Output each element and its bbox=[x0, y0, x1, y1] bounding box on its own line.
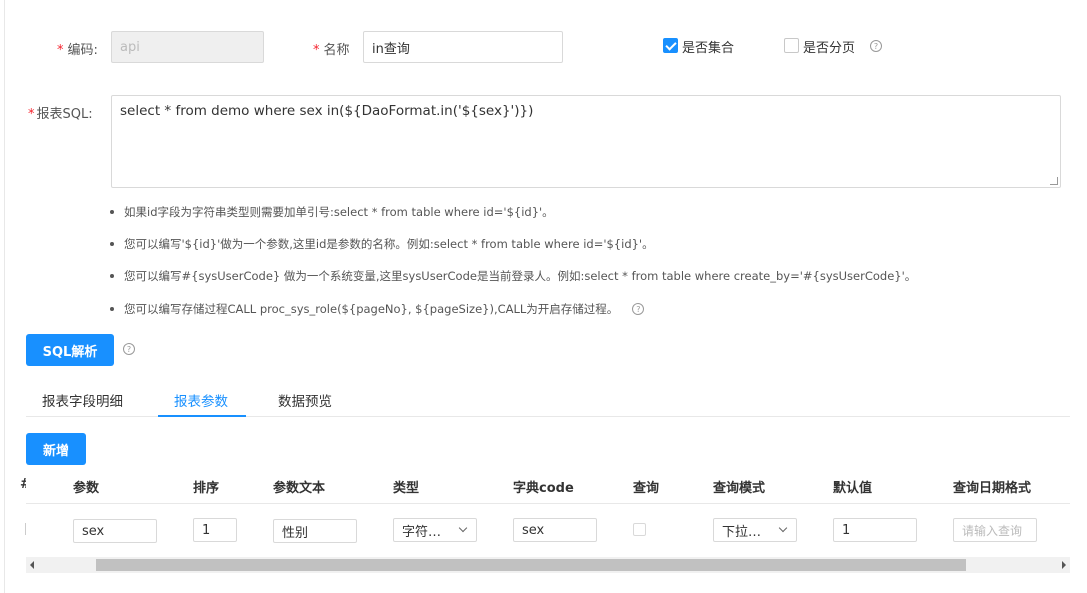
tip-item: 您可以编写#{sysUserCode} 做为一个系统变量,这里sysUserCo… bbox=[110, 268, 916, 284]
param-text-input[interactable]: 性别 bbox=[273, 519, 357, 543]
col-default-header: 默认值 bbox=[833, 481, 873, 496]
col-index-header: # bbox=[20, 477, 26, 492]
horizontal-scrollbar[interactable] bbox=[26, 557, 1070, 573]
bullet-icon bbox=[110, 210, 114, 214]
sql-parse-help-icon[interactable]: ? bbox=[123, 343, 135, 355]
add-button[interactable]: 新增 bbox=[26, 433, 86, 465]
tab-data-preview[interactable]: 数据预览 bbox=[278, 390, 332, 410]
query-checkbox[interactable] bbox=[633, 523, 646, 536]
chevron-down-icon bbox=[778, 523, 788, 533]
date-format-input[interactable]: 请输入查询 bbox=[953, 518, 1037, 542]
is-collection-label: 是否集合 bbox=[682, 41, 735, 56]
col-query-mode-header: 查询模式 bbox=[713, 481, 766, 496]
name-field[interactable]: in查询 bbox=[363, 31, 563, 63]
code-field[interactable]: api bbox=[111, 31, 264, 63]
active-tab-indicator bbox=[158, 415, 246, 417]
tab-field-details[interactable]: 报表字段明细 bbox=[42, 390, 123, 410]
sql-textarea[interactable]: select * from demo where sex in(${DaoFor… bbox=[111, 95, 1061, 188]
col-dict-code-header: 字典code bbox=[513, 481, 574, 496]
type-select[interactable]: 字符… bbox=[393, 518, 477, 542]
is-paged-checkbox[interactable] bbox=[784, 38, 799, 53]
tip-item: 如果id字段为字符串类型则需要加单引号:select * from table … bbox=[110, 204, 554, 220]
col-param-header: 参数 bbox=[73, 481, 100, 496]
col-query-header: 查询 bbox=[633, 481, 660, 496]
resize-handle[interactable] bbox=[1050, 177, 1058, 185]
col-type-header: 类型 bbox=[393, 481, 420, 496]
tip-item: 您可以编写存储过程CALL proc_sys_role(${pageNo}, $… bbox=[110, 301, 645, 317]
bullet-icon bbox=[110, 242, 114, 246]
is-paged-label: 是否分页 bbox=[803, 41, 856, 56]
col-order-header: 排序 bbox=[193, 481, 220, 496]
table-row: sex 1 性别 字符… sex 下拉… 1 请输入查询 bbox=[24, 505, 1070, 555]
scroll-right-icon[interactable] bbox=[1062, 561, 1066, 569]
detail-tabs: 报表字段明细 报表参数 数据预览 bbox=[26, 380, 1070, 417]
query-mode-select[interactable]: 下拉… bbox=[713, 518, 797, 542]
params-table-header: # 参数 排序 参数文本 类型 字典code 查询 查询模式 默认值 查询日期格… bbox=[20, 466, 1070, 504]
order-input[interactable]: 1 bbox=[193, 518, 237, 542]
is-collection-checkbox[interactable] bbox=[663, 38, 678, 53]
param-input[interactable]: sex bbox=[73, 519, 157, 543]
tab-report-params[interactable]: 报表参数 bbox=[174, 390, 228, 410]
name-label: * 名称 bbox=[313, 43, 350, 58]
code-label: * 编码: bbox=[57, 43, 98, 58]
default-value-input[interactable]: 1 bbox=[833, 518, 917, 542]
col-date-format-header: 查询日期格式 bbox=[953, 481, 1032, 496]
col-param-text-header: 参数文本 bbox=[273, 481, 326, 496]
sql-parse-button[interactable]: SQL解析 bbox=[26, 334, 114, 366]
bullet-icon bbox=[110, 274, 114, 278]
chevron-down-icon bbox=[458, 523, 468, 533]
row-select-checkbox[interactable] bbox=[24, 523, 26, 535]
scrollbar-thumb[interactable] bbox=[96, 559, 966, 571]
procedure-help-icon[interactable]: ? bbox=[632, 303, 645, 315]
sql-label: * 报表SQL: bbox=[28, 107, 93, 122]
paged-help-icon[interactable]: ? bbox=[870, 40, 882, 52]
sql-text: select * from demo where sex in(${DaoFor… bbox=[120, 103, 534, 119]
bullet-icon bbox=[110, 307, 114, 311]
tip-item: 您可以编写'${id}'做为一个参数,这里id是参数的名称。例如:select … bbox=[110, 236, 654, 252]
scroll-left-icon[interactable] bbox=[30, 561, 34, 569]
page-left-border bbox=[4, 0, 5, 593]
dict-code-input[interactable]: sex bbox=[513, 518, 597, 542]
